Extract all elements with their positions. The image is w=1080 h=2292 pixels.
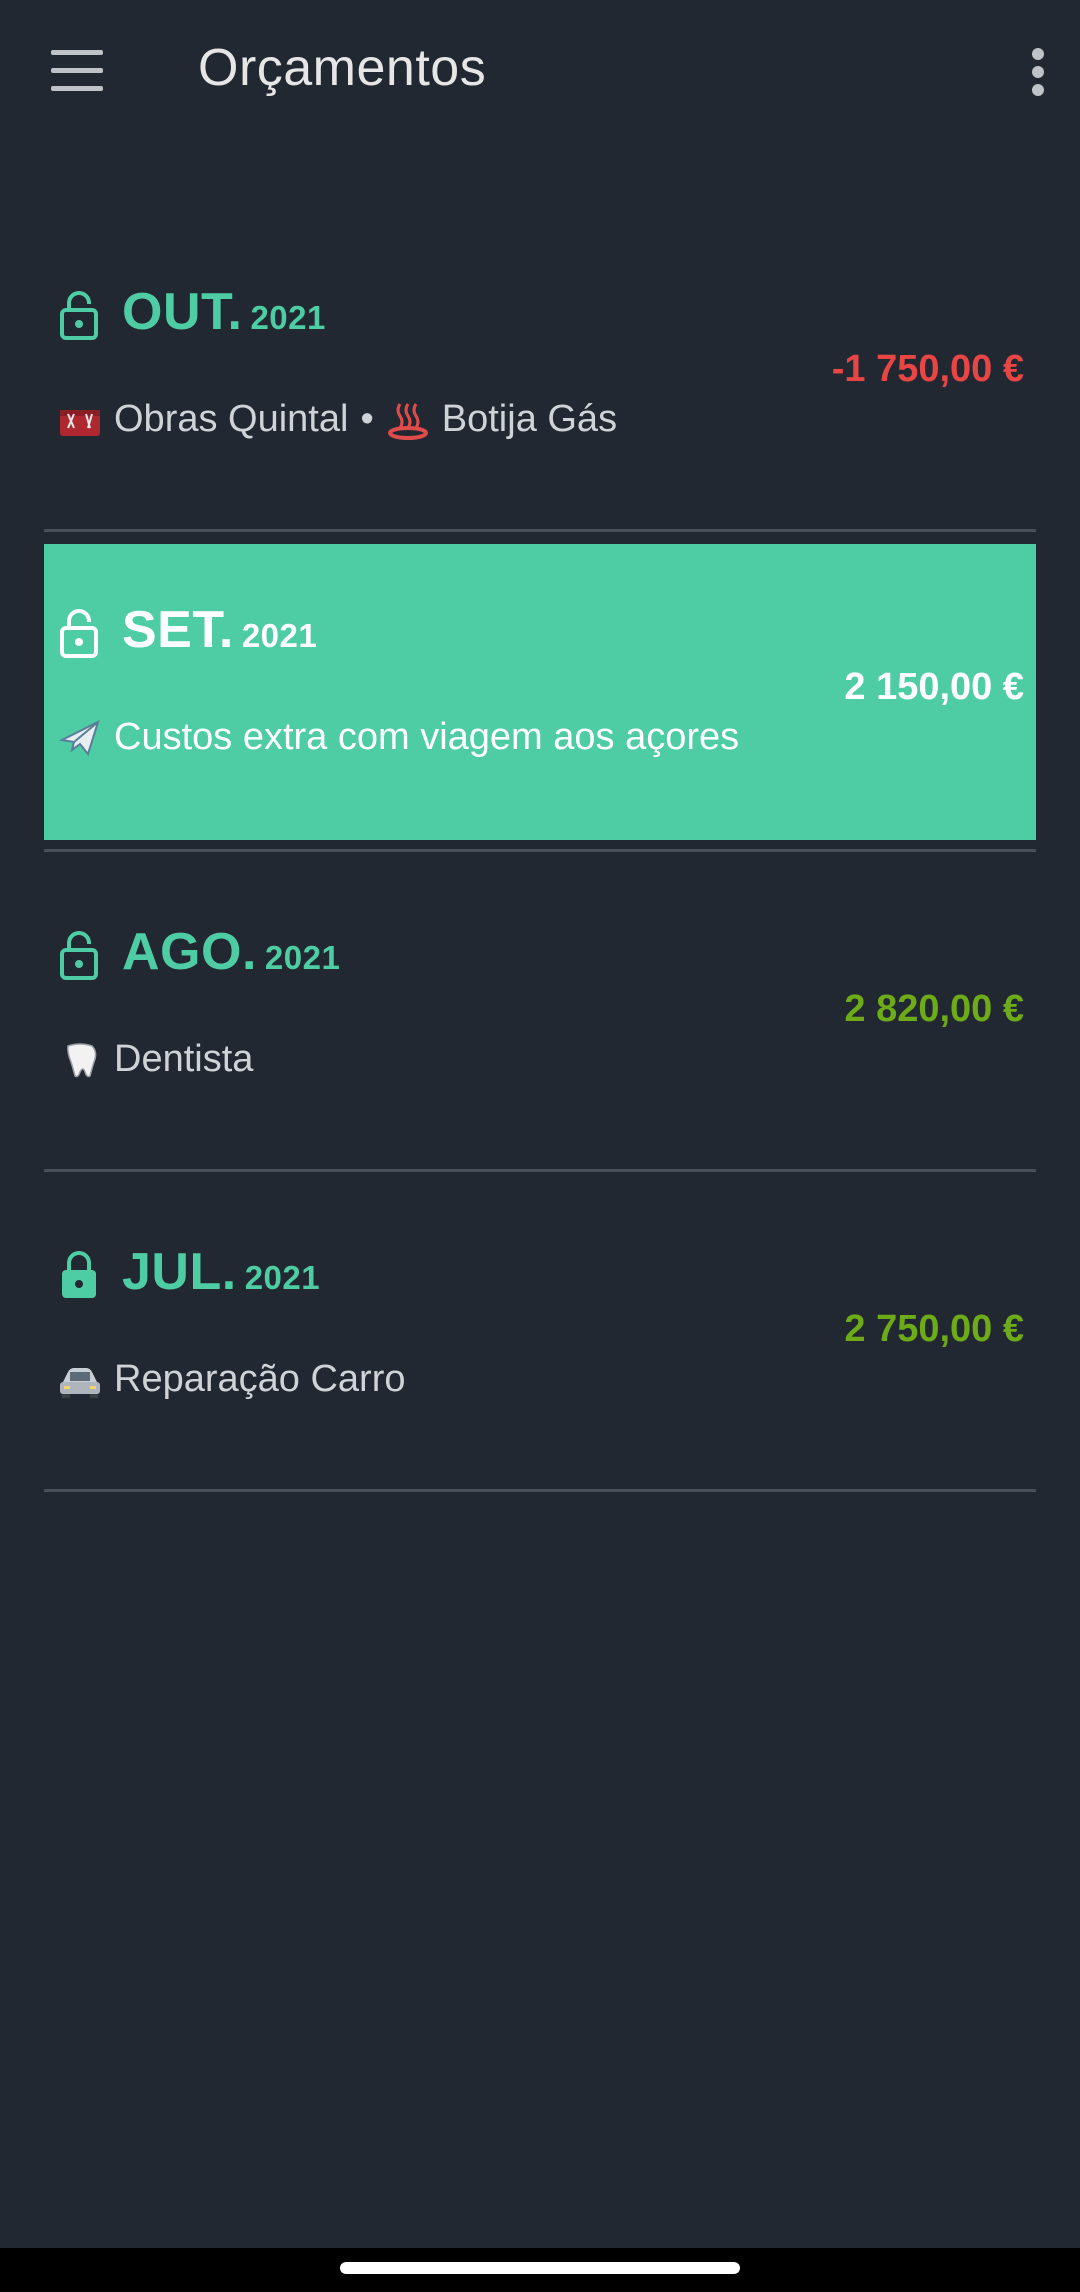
item-label: Dentista — [114, 1038, 254, 1080]
budget-month: SET. 2021 — [122, 600, 317, 660]
item-label: Obras Quintal — [114, 398, 349, 440]
budget-amount: -1 750,00 € — [831, 348, 1024, 390]
item-label: Botija Gás — [441, 398, 618, 440]
budget-month: JUL. 2021 — [122, 1242, 320, 1302]
budget-month: OUT. 2021 — [122, 282, 326, 342]
system-navigation-bar — [0, 2248, 1080, 2292]
month-label: SET. — [122, 601, 234, 659]
budget-amount: 2 750,00 € — [844, 1308, 1024, 1350]
item-label: Custos extra com viagem aos açores — [114, 716, 740, 758]
budget-row-set-2021[interactable]: SET. 2021 Custos extra com viagem aos aço… — [44, 532, 1036, 852]
tooth-icon — [67, 1042, 97, 1077]
month-label: AGO. — [122, 923, 257, 981]
budget-description: Dentista — [58, 1038, 253, 1081]
year-label: 2021 — [264, 939, 341, 976]
budget-row-out-2021[interactable]: OUT. 2021 Obras Quintal • Botija Gás -1 7… — [44, 212, 1036, 532]
item-separator: • — [360, 398, 374, 440]
hot-springs-icon — [387, 402, 428, 440]
budget-month: AGO. 2021 — [122, 922, 340, 982]
budget-amount: 2 150,00 € — [844, 666, 1024, 708]
toolbox-icon — [60, 409, 100, 436]
lock-open-icon — [60, 291, 98, 340]
year-label: 2021 — [244, 1259, 321, 1296]
year-label: 2021 — [241, 617, 318, 654]
lock-open-icon — [60, 931, 98, 980]
airplane-icon — [58, 719, 100, 756]
lock-closed-icon — [62, 1251, 96, 1298]
budget-list: OUT. 2021 Obras Quintal • Botija Gás -1 7… — [44, 212, 1036, 1492]
item-label: Reparação Carro — [114, 1358, 406, 1400]
month-label: JUL. — [122, 1243, 237, 1301]
budget-description: Custos extra com viagem aos açores — [58, 716, 739, 759]
budget-row-jul-2021[interactable]: JUL. 2021 Reparação Carro 2 750,00 € — [44, 1172, 1036, 1492]
divider — [44, 1489, 1036, 1492]
budget-row-ago-2021[interactable]: AGO. 2021 Dentista 2 820,00 € — [44, 852, 1036, 1172]
car-icon — [60, 1367, 100, 1398]
year-label: 2021 — [250, 299, 326, 336]
lock-open-icon — [60, 609, 98, 658]
budget-description: Obras Quintal • Botija Gás — [58, 398, 617, 441]
budget-description: Reparação Carro — [58, 1358, 405, 1401]
month-label: OUT. — [122, 283, 243, 341]
home-gesture-handle[interactable] — [340, 2262, 740, 2274]
budget-amount: 2 820,00 € — [844, 988, 1024, 1030]
